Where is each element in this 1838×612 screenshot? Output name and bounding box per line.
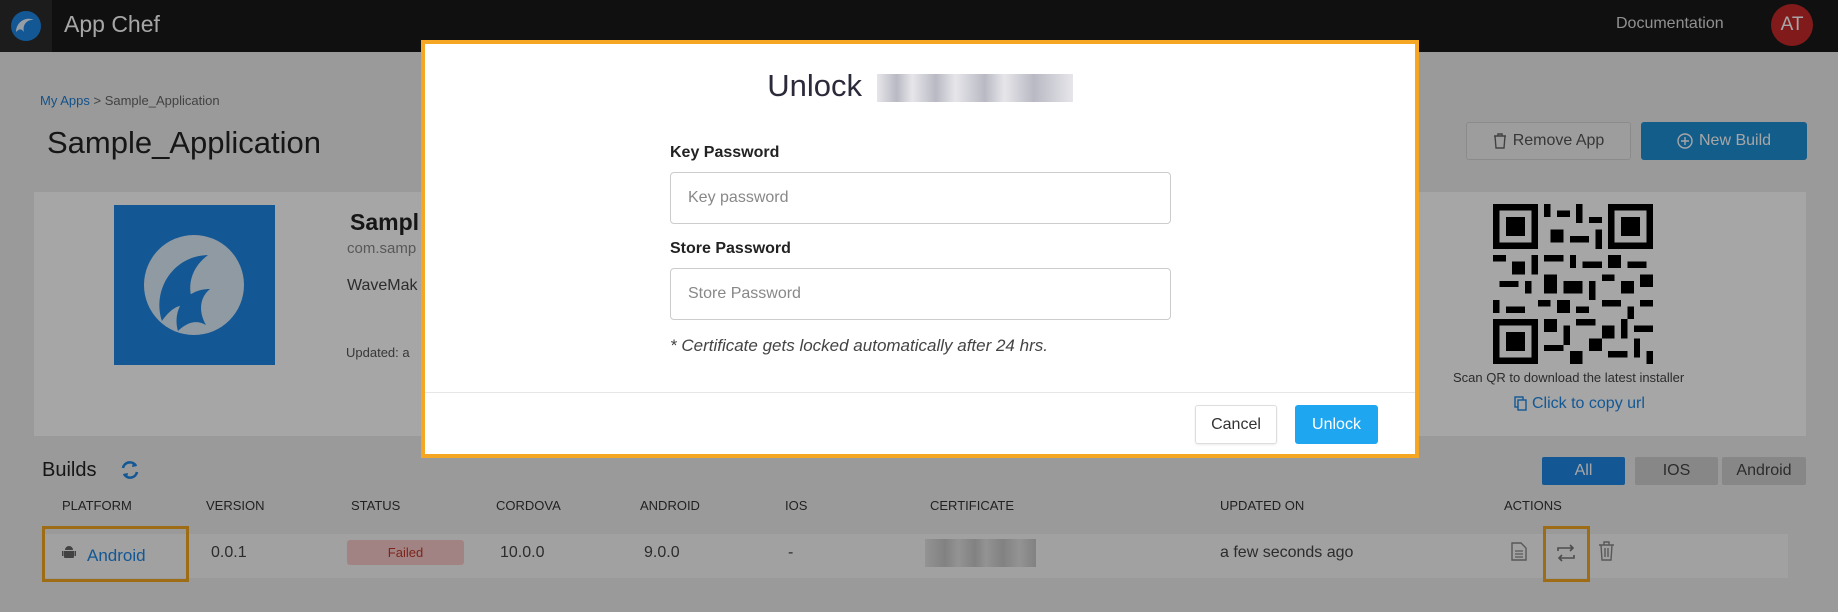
dialog-footer: Cancel Unlock	[425, 392, 1415, 458]
unlock-dialog: Unlock Key Password Store Password * Cer…	[421, 40, 1419, 458]
key-password-field[interactable]	[670, 172, 1171, 224]
dialog-title-text: Unlock	[767, 68, 863, 103]
key-password-label: Key Password	[670, 144, 780, 161]
lock-note: * Certificate gets locked automatically …	[670, 336, 1048, 355]
dialog-title: Unlock	[425, 68, 1415, 104]
unlock-button[interactable]: Unlock	[1295, 405, 1378, 444]
cancel-button[interactable]: Cancel	[1195, 405, 1277, 444]
store-password-label: Store Password	[670, 240, 791, 257]
store-password-field[interactable]	[670, 268, 1171, 320]
redacted-certificate-name	[876, 73, 1073, 102]
